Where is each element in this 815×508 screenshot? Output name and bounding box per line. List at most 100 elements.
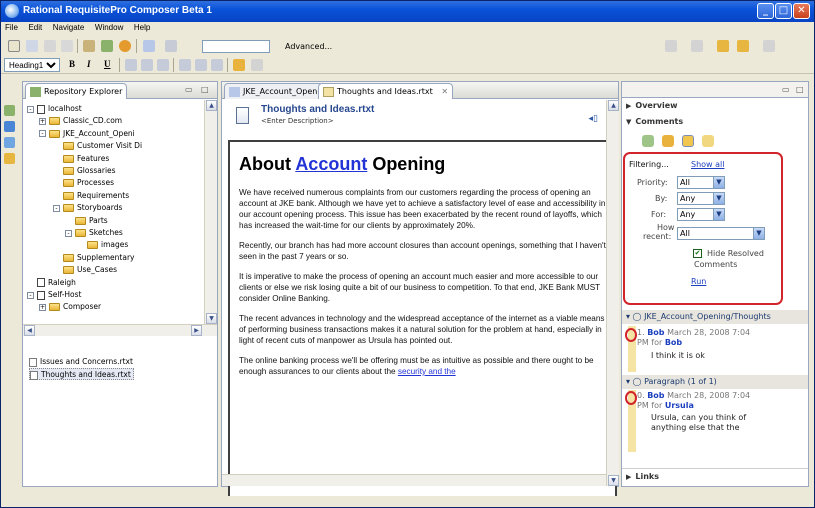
advanced-search-link[interactable]: Advanced...	[285, 42, 332, 51]
tree-item[interactable]: - Sketches	[65, 227, 123, 238]
highlight-icon[interactable]	[233, 59, 245, 71]
scroll-up-arrow[interactable]: ▲	[608, 100, 619, 111]
perspective-hierarchy-icon[interactable]	[4, 137, 15, 148]
heading-account-link[interactable]: Account	[295, 154, 367, 174]
security-link[interactable]: security and the	[398, 367, 456, 376]
nav-back-icon[interactable]	[737, 40, 749, 52]
perspective-outline-icon[interactable]	[4, 121, 15, 132]
comment-recipient[interactable]: Ursula	[665, 401, 694, 410]
file-list-item-selected[interactable]: Thoughts and Ideas.rtxt	[29, 368, 134, 380]
scroll-down-arrow[interactable]: ▼	[206, 313, 217, 324]
link-icon[interactable]	[251, 59, 263, 71]
comment-thread-header[interactable]: ▾ ◯ Paragraph (1 of 1)	[622, 375, 808, 389]
tree-item[interactable]: images	[77, 239, 128, 250]
comments-section-header[interactable]: ▼ Comments	[622, 114, 808, 129]
scroll-right-arrow[interactable]: ▶	[191, 325, 202, 336]
menu-file[interactable]: File	[1, 22, 22, 32]
links-section-header[interactable]: ▶ Links	[622, 468, 808, 483]
collapse-icon[interactable]: -	[39, 130, 46, 138]
tree-item[interactable]: Requirements	[53, 190, 129, 201]
bold-button[interactable]: B	[69, 59, 75, 69]
perspective-repository-icon[interactable]	[4, 105, 15, 116]
new-icon[interactable]	[8, 40, 20, 52]
comment-recipient[interactable]: Bob	[665, 338, 682, 347]
editor-horizontal-scrollbar[interactable]	[222, 474, 606, 486]
nav-previous-icon[interactable]	[717, 40, 729, 52]
tree-item[interactable]: Use_Cases	[53, 264, 117, 275]
minimize-view-icon[interactable]: ▭	[782, 85, 790, 94]
maximize-view-icon[interactable]: □	[796, 85, 804, 94]
tree-item[interactable]: - localhost	[27, 103, 82, 114]
reply-comment-icon[interactable]	[702, 135, 714, 147]
align-center-icon[interactable]	[141, 59, 153, 71]
scroll-up-arrow[interactable]: ▲	[206, 100, 217, 111]
file-list-item[interactable]: Issues and Concerns.rtxt	[29, 356, 133, 368]
tree-item[interactable]: Customer Visit Di	[53, 140, 142, 151]
document-description[interactable]: <Enter Description>	[261, 117, 334, 125]
save-all-icon[interactable]	[44, 40, 56, 52]
tree-vertical-scrollbar[interactable]: ▲ ▼	[204, 100, 217, 324]
close-button[interactable]: ✕	[793, 3, 810, 19]
italic-button[interactable]: I	[87, 59, 91, 69]
comment-author[interactable]: Bob	[647, 391, 664, 400]
overview-section-header[interactable]: ▶ Overview	[622, 98, 808, 113]
maximize-view-icon[interactable]: □	[201, 85, 209, 94]
for-select[interactable]: Any ▼	[677, 208, 725, 221]
comment-marker-icon[interactable]: ◂▯	[589, 114, 598, 124]
maximize-button[interactable]: □	[775, 3, 792, 19]
tree-horizontal-scrollbar[interactable]: ◀ ▶	[23, 324, 217, 336]
table-icon[interactable]	[143, 40, 155, 52]
menu-help[interactable]: Help	[130, 22, 154, 32]
recent-select[interactable]: All ▼	[677, 227, 765, 240]
tree-item[interactable]: Processes	[53, 177, 114, 188]
scroll-down-arrow[interactable]: ▼	[608, 475, 619, 486]
outdent-icon[interactable]	[179, 59, 191, 71]
comment-author[interactable]: Bob	[647, 328, 664, 337]
priority-select[interactable]: All ▼	[677, 176, 725, 189]
paste-icon[interactable]	[119, 40, 131, 52]
underline-button[interactable]: U	[104, 59, 111, 69]
tab-thoughts-and-ideas[interactable]: Thoughts and Ideas.rtxt ✕	[318, 83, 454, 99]
tree-item[interactable]: + Classic_CD.com	[39, 115, 122, 126]
tree-item[interactable]: - JKE_Account_Openi	[39, 128, 135, 139]
nav-forward-icon[interactable]	[763, 40, 775, 52]
tab-repository-explorer[interactable]: Repository Explorer	[25, 83, 128, 99]
hide-resolved-checkbox[interactable]: ✔	[693, 249, 702, 258]
comment-thread-header[interactable]: ▾ ◯ JKE_Account_Opening/Thoughts	[622, 310, 808, 324]
cut-icon[interactable]	[83, 40, 95, 52]
expand-icon[interactable]: +	[39, 117, 46, 125]
tree-item[interactable]: Glossaries	[53, 165, 116, 176]
close-tab-icon[interactable]: ✕	[441, 87, 448, 96]
collapse-icon[interactable]: -	[53, 204, 60, 212]
align-left-icon[interactable]	[125, 59, 137, 71]
add-comment-icon[interactable]	[662, 135, 674, 147]
print-icon[interactable]	[61, 40, 73, 52]
comment-status-icon[interactable]	[625, 328, 637, 342]
perspective-tasks-icon[interactable]	[4, 153, 15, 164]
tree-item[interactable]: Supplementary	[53, 252, 134, 263]
expand-icon[interactable]: +	[39, 303, 46, 311]
search-input[interactable]	[202, 40, 270, 53]
indent-icon[interactable]	[195, 59, 207, 71]
menu-window[interactable]: Window	[91, 22, 127, 32]
menu-navigate[interactable]: Navigate	[49, 22, 89, 32]
refresh-comments-icon[interactable]	[642, 135, 654, 147]
tree-item[interactable]: Features	[53, 153, 109, 164]
collapse-icon[interactable]: -	[27, 291, 34, 299]
collapse-icon[interactable]: -	[27, 105, 34, 113]
tree-item[interactable]: - Self-Host	[27, 289, 81, 300]
document-body[interactable]: About Account Opening We have received n…	[228, 140, 617, 498]
editor-vertical-scrollbar[interactable]: ▲ ▼	[606, 100, 619, 486]
paragraph-style-select[interactable]: Heading1	[4, 58, 60, 72]
minimize-view-icon[interactable]: ▭	[185, 85, 193, 94]
tree-item[interactable]: - Storyboards	[53, 202, 122, 213]
collapse-icon[interactable]: -	[65, 229, 72, 237]
scroll-left-arrow[interactable]: ◀	[24, 325, 35, 336]
tree-item[interactable]: Raleigh	[27, 277, 76, 288]
copy-icon[interactable]	[101, 40, 113, 52]
minimize-button[interactable]: _	[757, 3, 774, 19]
bullet-list-icon[interactable]	[211, 59, 223, 71]
run-filter-link[interactable]: Run	[691, 277, 706, 286]
comment-status-icon[interactable]	[625, 391, 637, 405]
filter-comments-icon[interactable]	[682, 135, 694, 147]
